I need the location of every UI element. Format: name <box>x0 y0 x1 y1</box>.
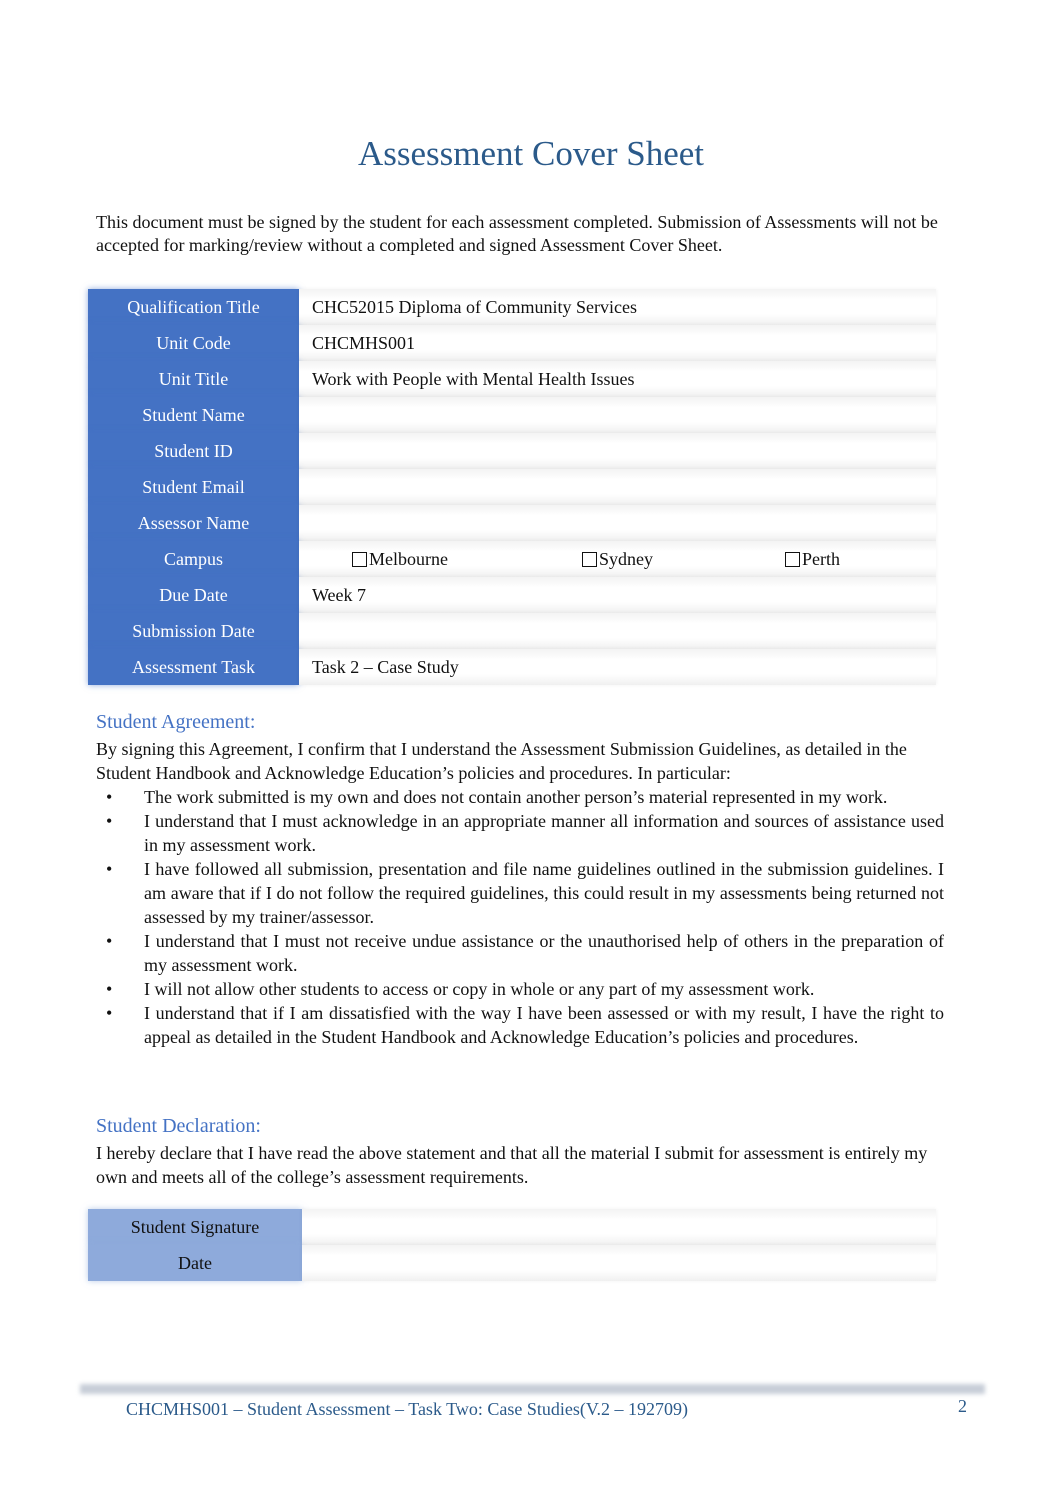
campus-label-perth: Perth <box>802 549 840 569</box>
field-assessment-task[interactable]: Task 2 – Case Study <box>299 649 936 685</box>
checkbox-perth[interactable] <box>785 551 800 567</box>
label-signature-date: Date <box>88 1245 302 1281</box>
declaration-heading: Student Declaration: <box>96 1115 261 1137</box>
cover-sheet-table: Qualification Title CHC52015 Diploma of … <box>88 289 936 685</box>
campus-option-sydney[interactable]: Sydney <box>582 541 785 577</box>
agreement-heading: Student Agreement: <box>96 711 256 733</box>
page-title: Assessment Cover Sheet <box>357 134 705 173</box>
list-item: • I understand that I must acknowledge in… <box>106 811 944 855</box>
campus-option-melbourne[interactable]: Melbourne <box>352 541 582 577</box>
field-qualification-title[interactable]: CHC52015 Diploma of Community Services <box>299 289 936 325</box>
signature-table: Student Signature Date <box>88 1209 936 1281</box>
label-student-email: Student Email <box>88 469 299 505</box>
campus-label-melbourne: Melbourne <box>369 549 448 569</box>
page-number: 2 <box>958 1396 967 1416</box>
row-due-date: Due Date Week 7 <box>88 577 936 613</box>
field-student-name[interactable] <box>299 397 936 433</box>
row-submission-date: Submission Date <box>88 613 936 649</box>
field-student-email[interactable] <box>299 469 936 505</box>
label-unit-title: Unit Title <box>88 361 299 397</box>
campus-label-sydney: Sydney <box>599 549 653 569</box>
intro-paragraph: This document must be signed by the stud… <box>96 212 938 255</box>
list-item: • I understand that if I am dissatisfied … <box>106 1003 944 1047</box>
label-due-date: Due Date <box>88 577 299 613</box>
bullet-icon: • <box>106 859 113 879</box>
label-unit-code: Unit Code <box>88 325 299 361</box>
checkbox-sydney[interactable] <box>582 551 597 567</box>
bullet-icon: • <box>106 1003 113 1023</box>
field-submission-date[interactable] <box>299 613 936 649</box>
label-assessment-task: Assessment Task <box>88 649 299 685</box>
field-signature-date[interactable] <box>302 1245 936 1281</box>
bullet-icon: • <box>106 979 113 999</box>
agreement-list: • The work submitted is my own and does n… <box>96 785 944 1049</box>
agreement-intro: By signing this Agreement, I confirm tha… <box>96 739 907 783</box>
row-unit-code: Unit Code CHCMHS001 <box>88 325 936 361</box>
row-student-id: Student ID <box>88 433 936 469</box>
row-assessment-task: Assessment Task Task 2 – Case Study <box>88 649 936 685</box>
row-student-signature: Student Signature <box>88 1209 936 1245</box>
list-item: • I understand that I must not receive un… <box>106 931 944 975</box>
label-student-id: Student ID <box>88 433 299 469</box>
bullet-icon: • <box>106 787 113 807</box>
checkbox-melbourne[interactable] <box>352 551 367 567</box>
bullet-icon: • <box>106 931 113 951</box>
row-assessor-name: Assessor Name <box>88 505 936 541</box>
label-submission-date: Submission Date <box>88 613 299 649</box>
field-assessor-name[interactable] <box>299 505 936 541</box>
bullet-icon: • <box>106 811 113 831</box>
label-student-signature: Student Signature <box>88 1209 302 1245</box>
footer-divider <box>80 1384 985 1394</box>
label-assessor-name: Assessor Name <box>88 505 299 541</box>
field-unit-code[interactable]: CHCMHS001 <box>299 325 936 361</box>
row-student-email: Student Email <box>88 469 936 505</box>
list-item: • The work submitted is my own and does n… <box>106 787 888 807</box>
field-due-date[interactable]: Week 7 <box>299 577 936 613</box>
field-student-id[interactable] <box>299 433 936 469</box>
row-campus: Campus Melbourne Sydney Perth <box>88 541 936 577</box>
list-item: • I will not allow other students to acce… <box>106 979 815 999</box>
label-student-name: Student Name <box>88 397 299 433</box>
field-unit-title[interactable]: Work with People with Mental Health Issu… <box>299 361 936 397</box>
declaration-text: I hereby declare that I have read the ab… <box>96 1143 928 1187</box>
row-qualification-title: Qualification Title CHC52015 Diploma of … <box>88 289 936 325</box>
row-signature-date: Date <box>88 1245 936 1281</box>
label-campus: Campus <box>88 541 299 577</box>
row-student-name: Student Name <box>88 397 936 433</box>
row-unit-title: Unit Title Work with People with Mental … <box>88 361 936 397</box>
field-student-signature[interactable] <box>302 1209 936 1245</box>
list-item: • I have followed all submission, present… <box>106 859 944 927</box>
campus-option-perth[interactable]: Perth <box>785 541 840 577</box>
footer-text: CHCMHS001 – Student Assessment – Task Tw… <box>126 1399 689 1419</box>
label-qualification-title: Qualification Title <box>88 289 299 325</box>
field-campus: Melbourne Sydney Perth <box>299 541 936 577</box>
